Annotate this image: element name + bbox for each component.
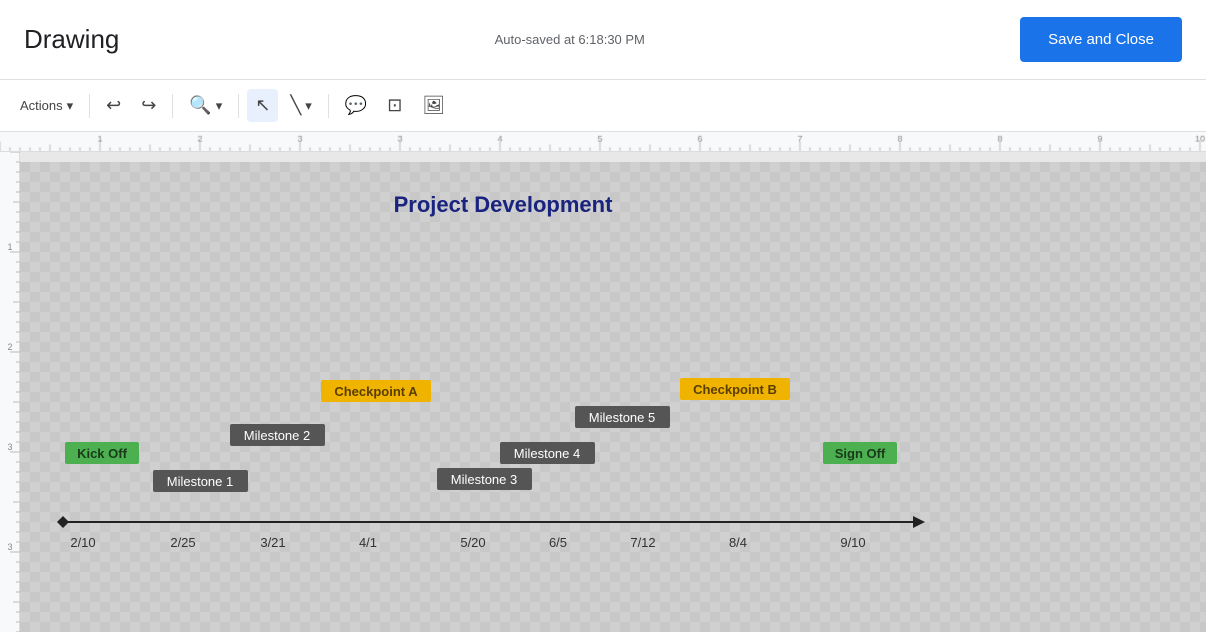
comment-button[interactable]: 💬 xyxy=(337,89,375,122)
date-label-7: 8/4 xyxy=(729,535,747,550)
redo-button[interactable]: ↪ xyxy=(133,89,164,122)
horizontal-ruler xyxy=(0,132,1206,152)
date-label-1: 2/25 xyxy=(170,535,195,550)
zoom-icon: 🔍 xyxy=(189,95,211,116)
autosave-status: Auto-saved at 6:18:30 PM xyxy=(495,32,645,47)
line-button[interactable]: ╲ ▾ xyxy=(282,89,319,122)
date-label-0: 2/10 xyxy=(70,535,95,550)
actions-menu-button[interactable]: Actions ▾ xyxy=(12,92,81,120)
ruler-canvas xyxy=(0,132,1206,151)
image-button[interactable]: 🖼 xyxy=(414,89,453,122)
textbox-button[interactable]: ⊡ xyxy=(379,89,410,122)
date-label-2: 3/21 xyxy=(260,535,285,550)
line-icon: ╲ xyxy=(290,95,301,116)
undo-button[interactable]: ↩ xyxy=(98,89,129,122)
zoom-button[interactable]: 🔍 ▾ xyxy=(181,89,230,122)
toolbar: Actions ▾ ↩ ↪ 🔍 ▾ ↖ ╲ ▾ 💬 ⊡ 🖼 xyxy=(0,80,1206,132)
textbox-icon: ⊡ xyxy=(387,95,402,116)
actions-chevron-icon: ▾ xyxy=(67,98,74,114)
select-button[interactable]: ↖ xyxy=(247,89,278,122)
toolbar-divider-1 xyxy=(89,94,90,118)
checkpointA-label: Checkpoint A xyxy=(334,384,418,399)
date-label-6: 7/12 xyxy=(630,535,655,550)
date-label-3: 4/1 xyxy=(359,535,377,550)
svg-text:3: 3 xyxy=(7,542,12,552)
line-chevron-icon: ▾ xyxy=(305,98,312,114)
svg-text:1: 1 xyxy=(7,242,12,252)
canvas-area[interactable]: 1 2 3 3 Project Development 2/10 2/25 3/21 … xyxy=(0,152,1206,632)
milestone4-label: Milestone 4 xyxy=(514,446,580,461)
checkpointB-label: Checkpoint B xyxy=(693,382,777,397)
timeline-diamond-left xyxy=(57,516,69,528)
date-label-4: 5/20 xyxy=(460,535,485,550)
date-label-8: 9/10 xyxy=(840,535,865,550)
milestone2-label: Milestone 2 xyxy=(244,428,310,443)
toolbar-divider-2 xyxy=(172,94,173,118)
milestone1-label: Milestone 1 xyxy=(167,474,233,489)
zoom-chevron-icon: ▾ xyxy=(216,98,223,114)
header-left: Drawing xyxy=(24,24,119,55)
date-label-5: 6/5 xyxy=(549,535,567,550)
header: Drawing Auto-saved at 6:18:30 PM Save an… xyxy=(0,0,1206,80)
signoff-label: Sign Off xyxy=(835,446,886,461)
toolbar-divider-4 xyxy=(328,94,329,118)
comment-icon: 💬 xyxy=(345,95,367,116)
actions-label: Actions xyxy=(20,98,63,113)
image-icon: 🖼 xyxy=(422,95,445,116)
milestone5-label: Milestone 5 xyxy=(589,410,655,425)
timeline-arrowhead-right xyxy=(913,516,925,528)
toolbar-divider-3 xyxy=(238,94,239,118)
drawing-svg: Project Development 2/10 2/25 3/21 4/1 5… xyxy=(20,152,1206,632)
vertical-ruler: 1 2 3 3 xyxy=(0,152,20,632)
svg-text:2: 2 xyxy=(7,342,12,352)
redo-icon: ↪ xyxy=(141,95,156,116)
milestone3-label: Milestone 3 xyxy=(451,472,517,487)
svg-text:3: 3 xyxy=(7,442,12,452)
kickoff-label: Kick Off xyxy=(77,446,128,461)
page-title: Drawing xyxy=(24,24,119,55)
save-close-button[interactable]: Save and Close xyxy=(1020,17,1182,62)
undo-icon: ↩ xyxy=(106,95,121,116)
diagram-title: Project Development xyxy=(394,192,614,217)
select-icon: ↖ xyxy=(255,95,270,116)
